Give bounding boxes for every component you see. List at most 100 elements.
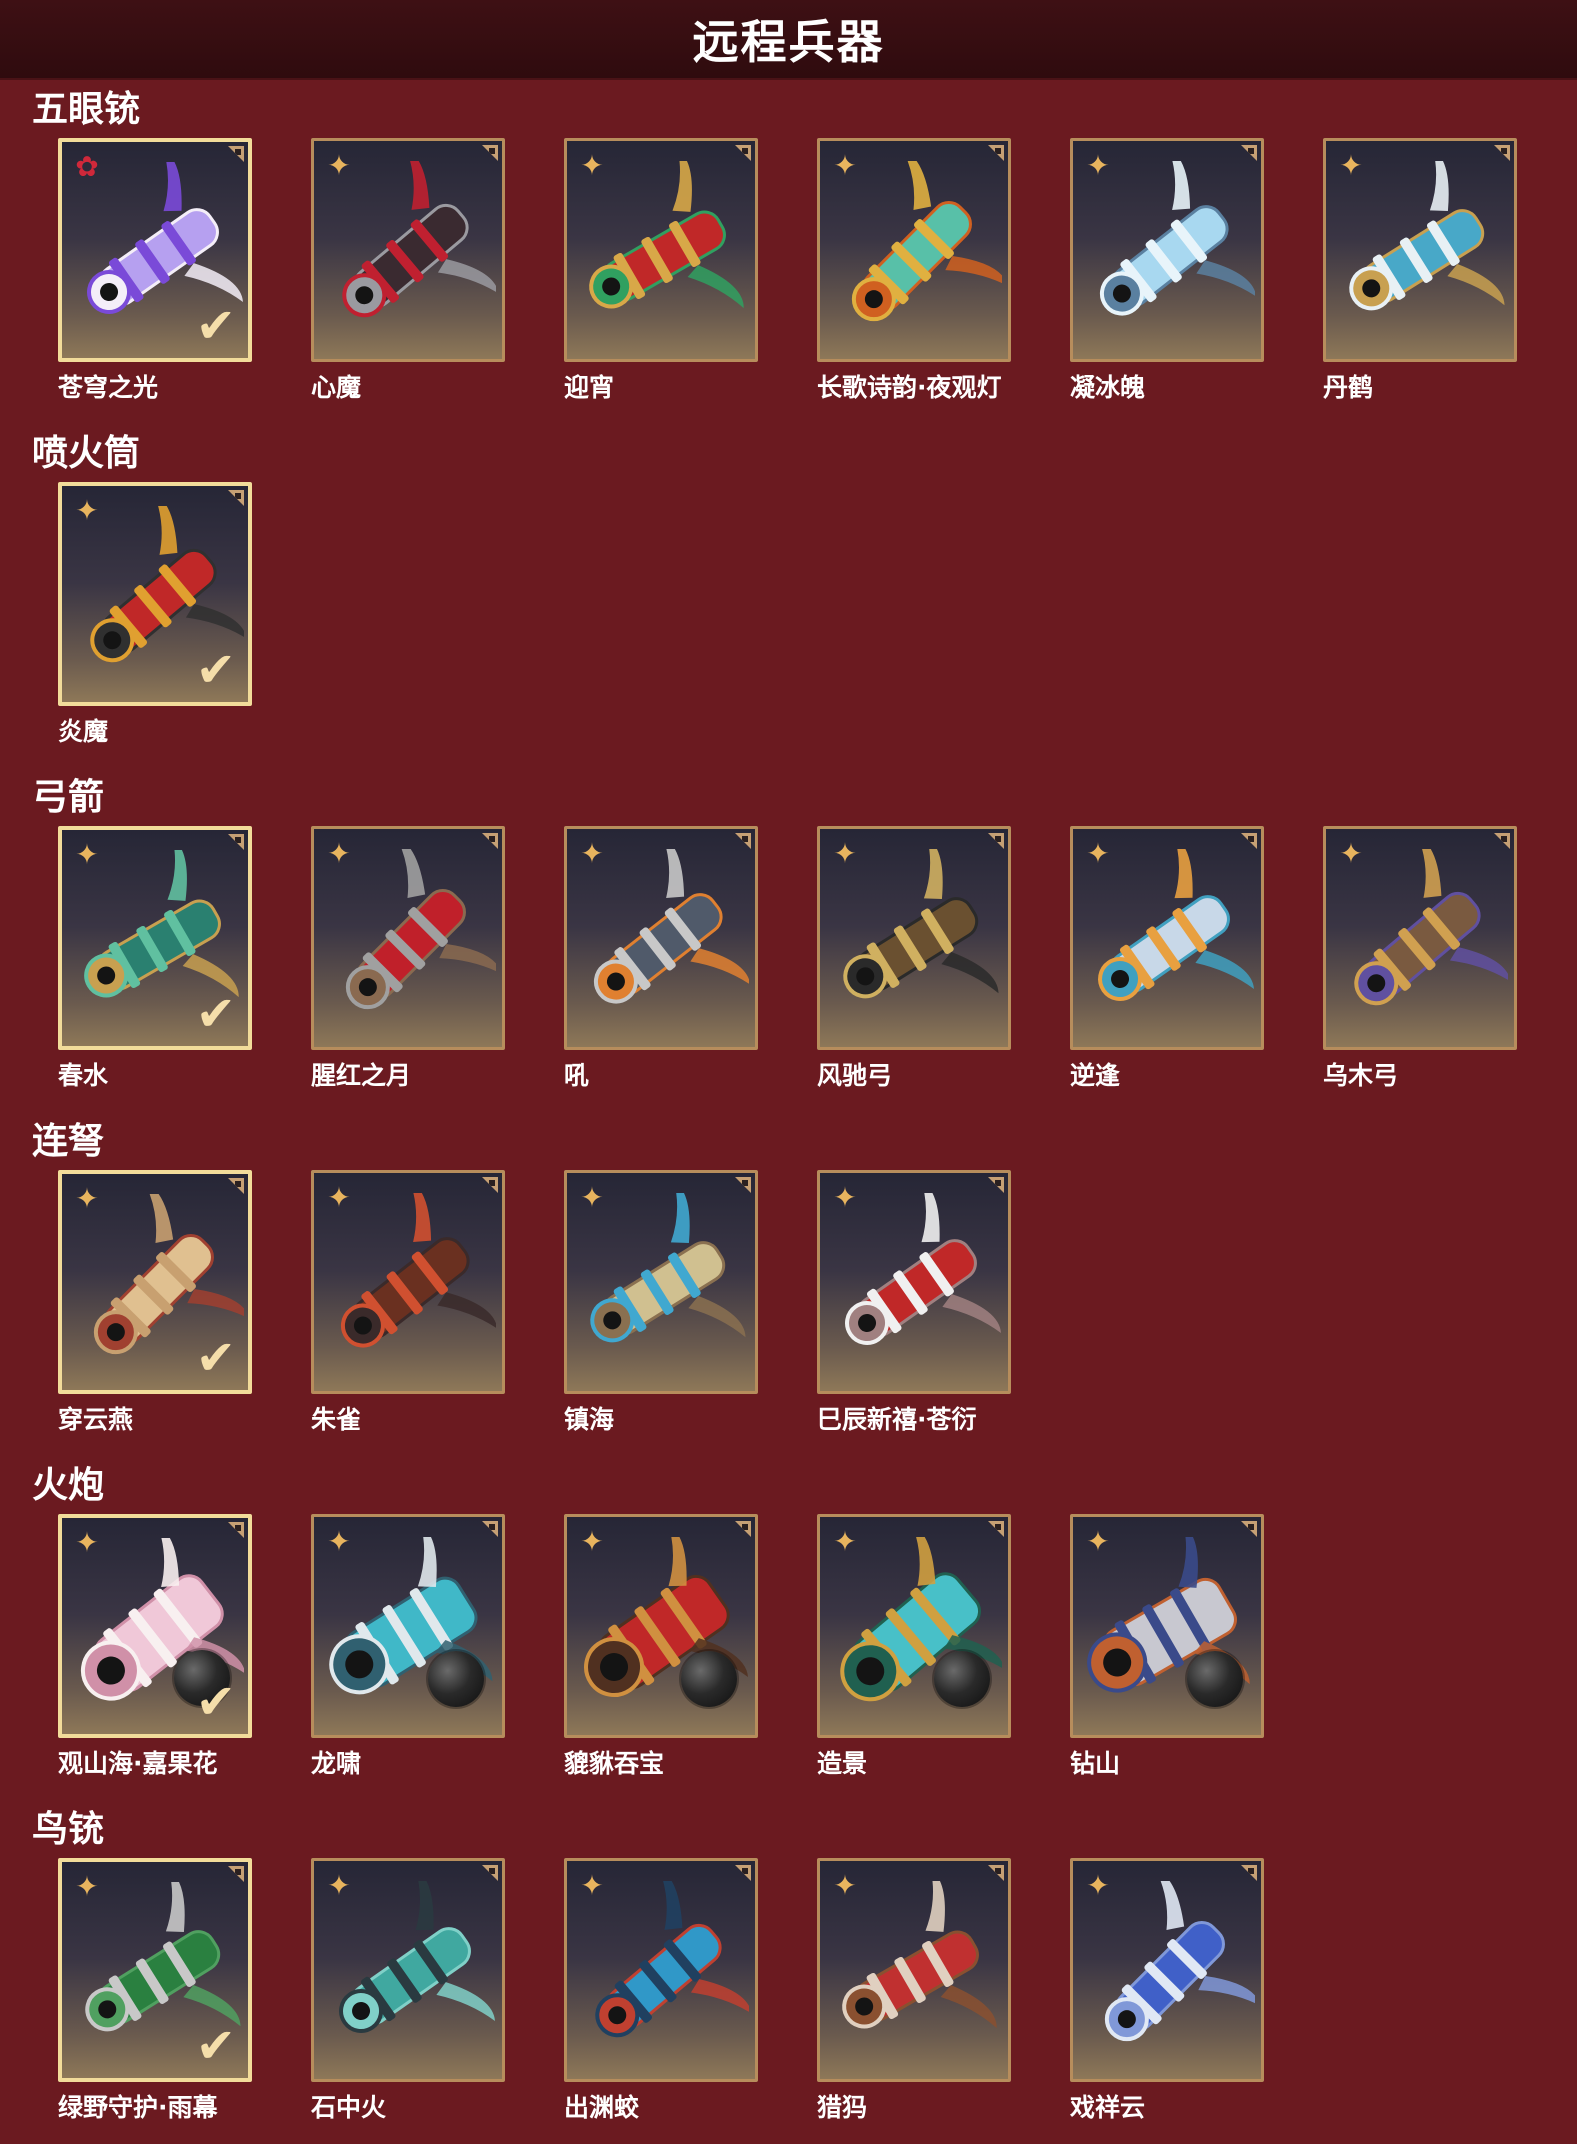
- weapon-card[interactable]: ✦ 长歌诗韵·夜观灯: [817, 138, 1011, 404]
- corner-tab-icon: [482, 833, 498, 849]
- weapon-card[interactable]: ✦ ✔ 观山海·嘉果花: [58, 1514, 252, 1780]
- weapon-tile[interactable]: ✦: [1323, 826, 1517, 1050]
- weapon-tile[interactable]: ✦: [817, 1858, 1011, 2082]
- weapon-tile[interactable]: ✦: [311, 826, 505, 1050]
- weapon-image: [593, 849, 749, 1004]
- weapon-card[interactable]: ✦ 出渊蛟: [564, 1858, 758, 2124]
- weapon-card[interactable]: ✦ 迎宵: [564, 138, 758, 404]
- corner-tab-icon: [1241, 145, 1257, 161]
- weapon-tile[interactable]: ✦: [311, 1514, 505, 1738]
- weapon-image: [842, 1881, 997, 2029]
- weapon-card[interactable]: ✦ 乌木弓: [1323, 826, 1517, 1092]
- weapon-tile[interactable]: ✦: [564, 1858, 758, 2082]
- weapon-name: 丹鹤: [1323, 373, 1374, 402]
- section-title: 喷火筒: [32, 433, 141, 474]
- weapon-name: 石中火: [311, 2093, 387, 2122]
- section-title: 鸟铳: [32, 1809, 105, 1850]
- weapon-tile[interactable]: ✦: [1070, 826, 1264, 1050]
- weapon-card[interactable]: ✦ 钻山: [1070, 1514, 1264, 1780]
- corner-tab-icon: [988, 1521, 1004, 1537]
- section-title: 五眼铳: [32, 89, 141, 130]
- weapon-card[interactable]: ✦ 凝冰魄: [1070, 138, 1264, 404]
- corner-tab-icon: [228, 1178, 244, 1194]
- weapon-name: 戏祥云: [1070, 2093, 1146, 2122]
- check-icon: ✔: [195, 986, 236, 1042]
- weapon-image: [590, 1193, 746, 1343]
- weapon-card[interactable]: ✦ 镇海: [564, 1170, 758, 1436]
- weapon-tile[interactable]: ✦ ✔: [58, 482, 252, 706]
- check-icon: ✔: [195, 1330, 236, 1386]
- corner-tab-icon: [988, 1177, 1004, 1193]
- cannonball-icon: [934, 1651, 990, 1707]
- weapon-name: 观山海·嘉果花: [58, 1749, 218, 1778]
- section-title: 弓箭: [32, 777, 105, 818]
- weapon-card[interactable]: ✦ 造景: [817, 1514, 1011, 1780]
- weapon-section: 喷火筒 ✦ ✔ 炎魔: [0, 430, 1577, 760]
- weapon-tile[interactable]: ✦: [311, 1858, 505, 2082]
- weapon-card[interactable]: ✦ ✔ 穿云燕: [58, 1170, 252, 1436]
- cannonball-icon: [1187, 1651, 1243, 1707]
- weapon-tile[interactable]: ✦ ✔: [58, 826, 252, 1050]
- weapon-card[interactable]: ✦ 戏祥云: [1070, 1858, 1264, 2124]
- weapon-image: [1099, 161, 1255, 316]
- weapon-card[interactable]: ✦ 巳辰新禧·苍衍: [817, 1170, 1011, 1436]
- corner-tab-icon: [1494, 833, 1510, 849]
- weapon-tile[interactable]: ✦: [817, 1514, 1011, 1738]
- weapon-tile[interactable]: ✦ ✔: [58, 1514, 252, 1738]
- weapon-image: [1349, 161, 1505, 311]
- weapon-card[interactable]: ✦ 吼: [564, 826, 758, 1092]
- weapon-card[interactable]: ✦ 石中火: [311, 1858, 505, 2124]
- weapon-tile[interactable]: ✦: [564, 138, 758, 362]
- weapon-card[interactable]: ✦ 风驰弓: [817, 826, 1011, 1092]
- weapon-image: [340, 1193, 496, 1348]
- weapon-image: [589, 161, 744, 309]
- weapon-tile[interactable]: ✦: [817, 138, 1011, 362]
- weapon-tile[interactable]: ✦ ✔: [58, 1170, 252, 1394]
- corner-tab-icon: [228, 490, 244, 506]
- corner-tab-icon: [735, 1521, 751, 1537]
- weapon-tile[interactable]: ✦: [311, 1170, 505, 1394]
- weapon-name: 穿云燕: [58, 1405, 134, 1434]
- weapon-card[interactable]: ✦ 龙啸: [311, 1514, 505, 1780]
- weapon-tile[interactable]: ✦ ✔: [58, 1858, 252, 2082]
- weapon-tile[interactable]: ✦: [564, 1514, 758, 1738]
- weapon-card[interactable]: ✦ 逆逢: [1070, 826, 1264, 1092]
- weapon-tile[interactable]: ✦: [1070, 1514, 1264, 1738]
- weapon-tile[interactable]: ✦: [1070, 1858, 1264, 2082]
- corner-tab-icon: [1241, 1865, 1257, 1881]
- weapon-tile[interactable]: ✦: [817, 826, 1011, 1050]
- weapon-section: 鸟铳 ✦ ✔ 绿野守护·雨幕 ✦ 石中火 ✦ 出渊蛟 ✦ 猎犸 ✦ 戏祥云: [0, 1806, 1577, 2136]
- weapon-tile[interactable]: ✦: [1323, 138, 1517, 362]
- weapon-image: [1354, 849, 1508, 1006]
- weapon-card[interactable]: ✦ 腥红之月: [311, 826, 505, 1092]
- weapon-name: 逆逢: [1070, 1061, 1121, 1090]
- weapon-tile[interactable]: ✦: [564, 1170, 758, 1394]
- corner-tab-icon: [482, 1177, 498, 1193]
- weapon-card[interactable]: ✦ ✔ 绿野守护·雨幕: [58, 1858, 252, 2124]
- corner-tab-icon: [988, 833, 1004, 849]
- weapon-name: 朱雀: [311, 1405, 362, 1434]
- weapon-card[interactable]: ✦ 心魔: [311, 138, 505, 404]
- page-title: 远程兵器: [692, 15, 885, 69]
- weapon-name: 猎犸: [817, 2093, 868, 2122]
- corner-tab-icon: [735, 145, 751, 161]
- weapon-card[interactable]: ✦ ✔ 春水: [58, 826, 252, 1092]
- weapon-card[interactable]: ✦ 貔貅吞宝: [564, 1514, 758, 1780]
- weapon-image: [339, 1881, 495, 2033]
- weapon-tile[interactable]: ✦: [311, 138, 505, 362]
- weapon-card[interactable]: ✦ 猎犸: [817, 1858, 1011, 2124]
- weapon-card[interactable]: ✦ ✔ 炎魔: [58, 482, 252, 748]
- weapon-card[interactable]: ✿ ✔ 苍穹之光: [58, 138, 252, 404]
- corner-tab-icon: [735, 1865, 751, 1881]
- weapon-section: 连弩 ✦ ✔ 穿云燕 ✦ 朱雀 ✦ 镇海 ✦ 巳辰新禧·苍衍: [0, 1118, 1577, 1448]
- weapon-tile[interactable]: ✿ ✔: [58, 138, 252, 362]
- weapon-name: 巳辰新禧·苍衍: [817, 1405, 977, 1434]
- weapon-tile[interactable]: ✦: [817, 1170, 1011, 1394]
- weapon-tile[interactable]: ✦: [564, 826, 758, 1050]
- weapon-card[interactable]: ✦ 丹鹤: [1323, 138, 1517, 404]
- weapon-name: 造景: [817, 1749, 868, 1778]
- weapon-tile[interactable]: ✦: [1070, 138, 1264, 362]
- weapon-section: 火炮 ✦ ✔ 观山海·嘉果花 ✦ 龙啸 ✦ 貔貅吞宝 ✦ 造景 ✦ 钻山: [0, 1462, 1577, 1792]
- weapon-card[interactable]: ✦ 朱雀: [311, 1170, 505, 1436]
- corner-tab-icon: [1241, 1521, 1257, 1537]
